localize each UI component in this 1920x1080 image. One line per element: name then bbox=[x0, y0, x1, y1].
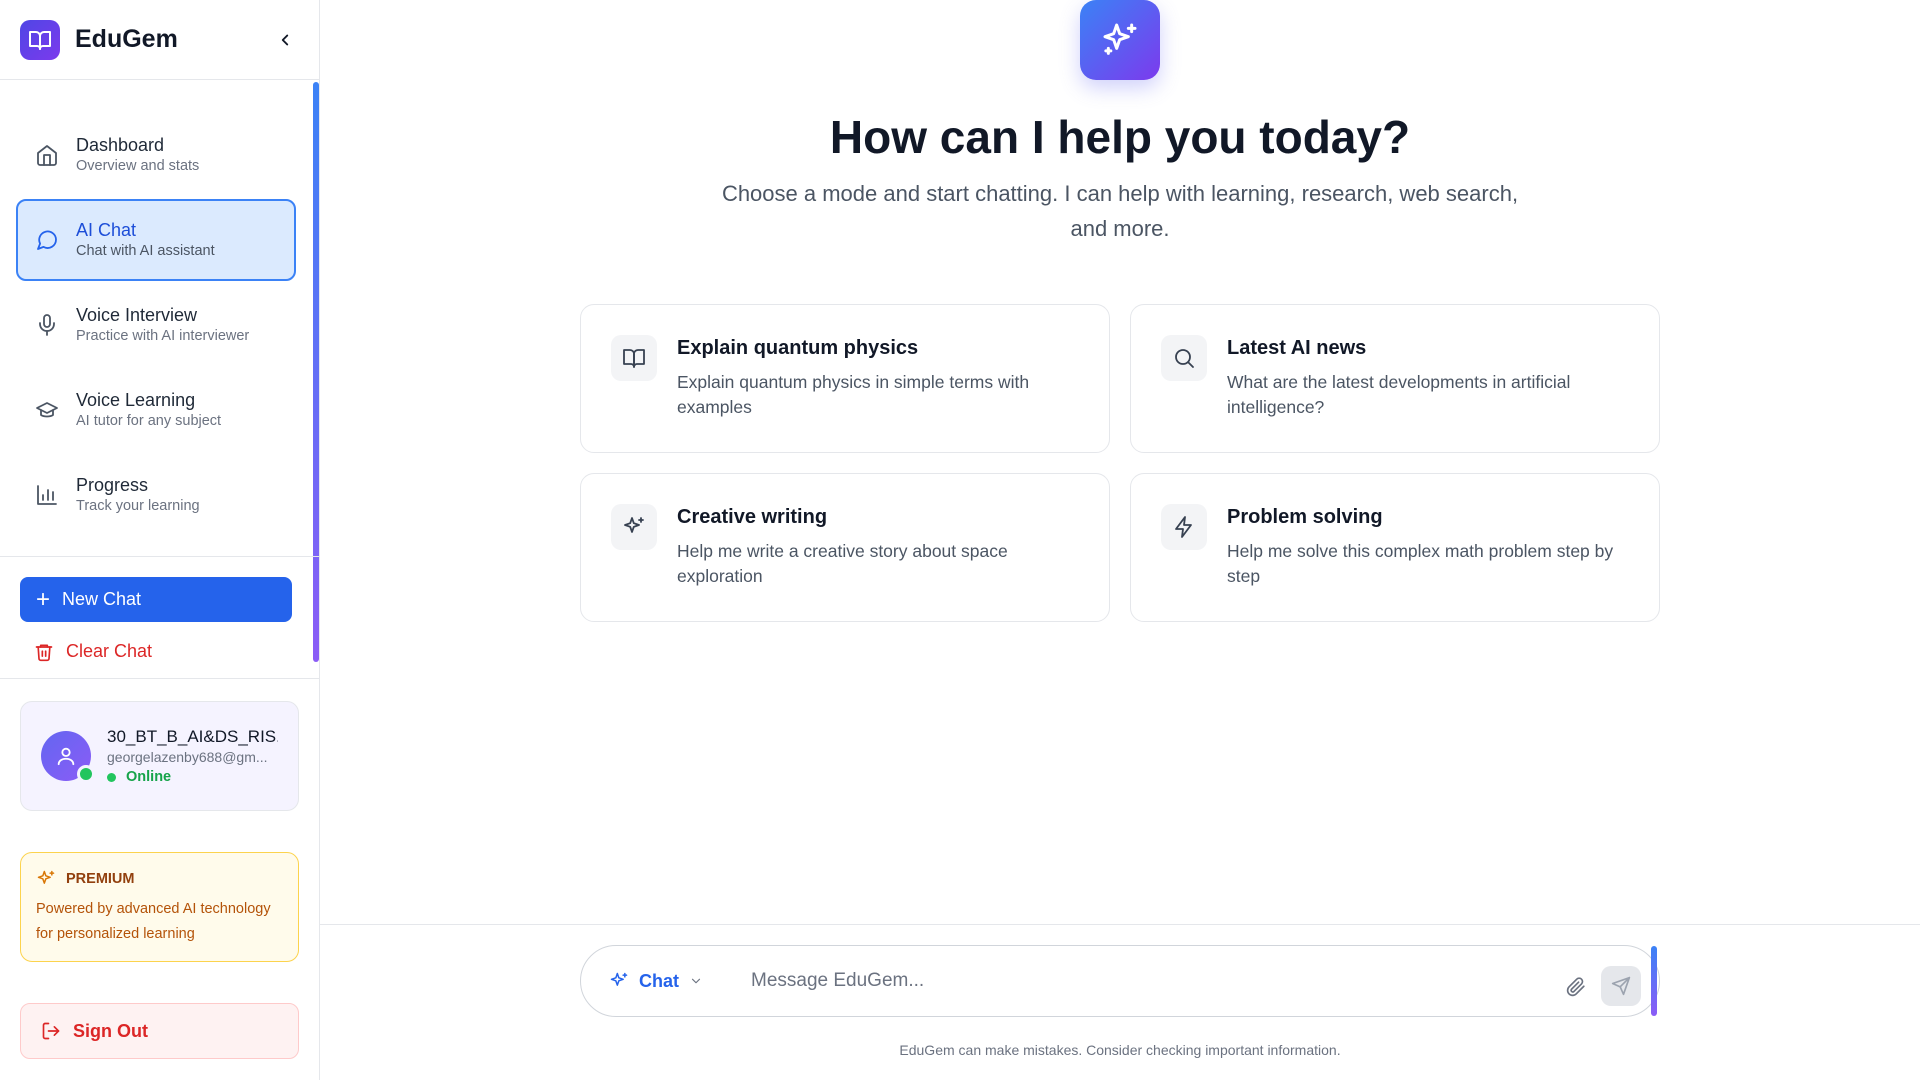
sidebar-nav: Dashboard Overview and stats AI Chat Cha… bbox=[16, 114, 296, 539]
user-name: 30_BT_B_AI&DS_RIS... bbox=[107, 727, 278, 746]
sparkles-hero-icon bbox=[1080, 0, 1160, 80]
mode-selector[interactable]: Chat bbox=[609, 971, 713, 992]
user-icon bbox=[57, 747, 75, 766]
sparkles-icon bbox=[610, 972, 628, 986]
send-button[interactable] bbox=[1601, 966, 1641, 1006]
sidebar: EduGem Dashboard Overview and stats AI C… bbox=[0, 0, 320, 1080]
message-input[interactable] bbox=[751, 970, 1561, 992]
status-text: Online bbox=[126, 769, 172, 785]
sidebar-item-title: AI Chat bbox=[76, 220, 137, 240]
suggestion-card[interactable]: Creative writing Help me write a creativ… bbox=[580, 473, 1110, 622]
card-description: Help me write a creative story about spa… bbox=[677, 541, 1008, 586]
card-title: Latest AI news bbox=[1227, 337, 1367, 359]
sidebar-item-progress[interactable]: Progress Track your learning bbox=[16, 454, 296, 536]
book-icon bbox=[611, 335, 657, 381]
sidebar-item-subtitle: AI tutor for any subject bbox=[76, 413, 222, 429]
app-name: EduGem bbox=[75, 25, 178, 53]
paperclip-icon bbox=[1566, 977, 1585, 997]
lightning-icon bbox=[1161, 504, 1207, 550]
brand-header: EduGem bbox=[0, 0, 319, 80]
page-subtitle: Choose a mode and start chatting. I can … bbox=[721, 181, 1519, 241]
sidebar-item-title: Dashboard bbox=[76, 135, 165, 155]
user-email: georgelazenby688@gm... bbox=[107, 749, 268, 765]
sidebar-item-subtitle: Overview and stats bbox=[76, 158, 200, 174]
sidebar-scrollbar[interactable] bbox=[313, 82, 319, 662]
status-badge: Online bbox=[107, 769, 278, 785]
premium-text: Powered by advanced AI technology for pe… bbox=[36, 901, 271, 942]
suggestion-cards: Explain quantum physics Explain quantum … bbox=[580, 304, 1660, 622]
divider bbox=[320, 924, 1920, 925]
logout-icon bbox=[42, 1022, 60, 1040]
card-title: Creative writing bbox=[677, 506, 828, 528]
new-chat-label: New Chat bbox=[62, 589, 142, 609]
premium-card: PREMIUM Powered by advanced AI technolog… bbox=[20, 852, 299, 962]
card-title: Explain quantum physics bbox=[677, 337, 919, 359]
sparkles-icon bbox=[611, 504, 657, 550]
user-profile-card[interactable]: 30_BT_B_AI&DS_RIS... georgelazenby688@gm… bbox=[20, 701, 299, 811]
status-dot-icon bbox=[107, 772, 116, 782]
page-title: How can I help you today? bbox=[829, 111, 1411, 163]
sign-out-button[interactable]: Sign Out bbox=[20, 1003, 299, 1059]
sidebar-item-title: Voice Learning bbox=[76, 390, 196, 410]
chat-icon bbox=[34, 227, 60, 253]
trash-icon bbox=[35, 644, 53, 661]
graduation-cap-icon bbox=[34, 397, 60, 423]
chevron-down-icon bbox=[691, 978, 701, 984]
mode-label: Chat bbox=[639, 970, 679, 991]
suggestion-card[interactable]: Problem solving Help me solve this compl… bbox=[1130, 473, 1660, 622]
search-icon bbox=[1161, 335, 1207, 381]
sparkles-icon bbox=[37, 870, 55, 884]
new-chat-button[interactable]: + New Chat bbox=[20, 577, 292, 622]
divider bbox=[0, 678, 320, 679]
bar-chart-icon bbox=[34, 482, 60, 508]
card-description: Help me solve this complex math problem … bbox=[1227, 541, 1614, 586]
main-content: How can I help you today? Choose a mode … bbox=[320, 0, 1920, 1080]
sidebar-item-voice-interview[interactable]: Voice Interview Practice with AI intervi… bbox=[16, 284, 296, 366]
chevron-left-icon bbox=[281, 34, 289, 45]
divider bbox=[0, 556, 320, 557]
send-icon bbox=[1611, 976, 1631, 996]
microphone-icon bbox=[34, 312, 60, 338]
suggestion-card[interactable]: Explain quantum physics Explain quantum … bbox=[580, 304, 1110, 453]
sidebar-item-ai-chat[interactable]: AI Chat Chat with AI assistant bbox=[16, 199, 296, 281]
book-open-logo-icon bbox=[20, 19, 60, 60]
sidebar-item-title: Progress bbox=[76, 475, 149, 495]
sign-out-label: Sign Out bbox=[73, 1020, 148, 1041]
sidebar-item-dashboard[interactable]: Dashboard Overview and stats bbox=[16, 114, 296, 196]
composer-scrollbar[interactable] bbox=[1651, 946, 1657, 1016]
attach-button[interactable] bbox=[1561, 972, 1591, 1002]
home-icon bbox=[34, 142, 60, 168]
message-composer: Chat bbox=[580, 945, 1660, 1017]
collapse-sidebar-button[interactable] bbox=[271, 26, 299, 54]
sidebar-item-voice-learning[interactable]: Voice Learning AI tutor for any subject bbox=[16, 369, 296, 451]
premium-title: PREMIUM bbox=[66, 871, 135, 887]
sidebar-item-subtitle: Practice with AI interviewer bbox=[76, 328, 250, 344]
clear-chat-button[interactable]: Clear Chat bbox=[34, 641, 152, 662]
online-indicator bbox=[77, 765, 95, 783]
card-description: What are the latest developments in arti… bbox=[1227, 372, 1571, 417]
card-description: Explain quantum physics in simple terms … bbox=[677, 372, 1030, 417]
clear-chat-label: Clear Chat bbox=[66, 641, 153, 661]
sidebar-item-subtitle: Chat with AI assistant bbox=[76, 243, 215, 259]
plus-icon: + bbox=[36, 585, 51, 613]
sidebar-item-subtitle: Track your learning bbox=[76, 498, 200, 514]
card-title: Problem solving bbox=[1227, 506, 1383, 528]
disclaimer-text: EduGem can make mistakes. Consider check… bbox=[899, 1042, 1341, 1058]
avatar bbox=[41, 731, 95, 783]
suggestion-card[interactable]: Latest AI news What are the latest devel… bbox=[1130, 304, 1660, 453]
sidebar-item-title: Voice Interview bbox=[76, 305, 198, 325]
